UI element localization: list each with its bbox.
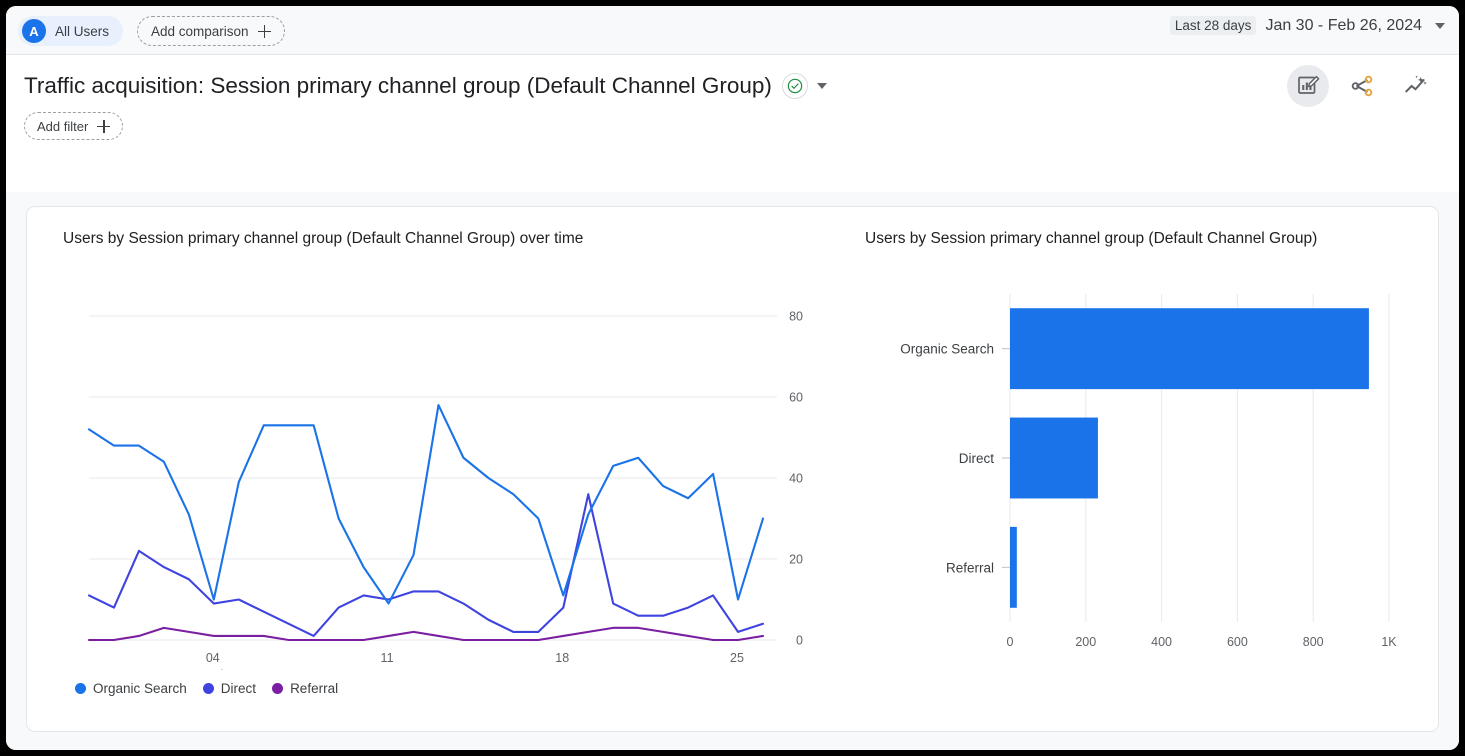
svg-text:11: 11 (381, 651, 394, 665)
add-comparison-button[interactable]: Add comparison (137, 16, 285, 46)
legend-label: Direct (221, 681, 256, 696)
line-chart[interactable]: 0 20 40 60 80 04 Feb 11 18 25 (63, 250, 823, 670)
plus-icon (97, 120, 110, 133)
bar (1010, 418, 1098, 499)
legend-color-dot (203, 683, 214, 694)
share-icon[interactable] (1341, 65, 1383, 107)
segment-avatar: A (22, 19, 46, 43)
svg-text:40: 40 (789, 472, 803, 486)
bar-chart-title: Users by Session primary channel group (… (865, 227, 1335, 250)
add-filter-label: Add filter (37, 119, 88, 134)
app-window: A All Users Add comparison Last 28 days … (6, 6, 1459, 750)
add-comparison-label: Add comparison (151, 24, 249, 39)
title-row: Traffic acquisition: Session primary cha… (24, 55, 1441, 111)
legend-label: Organic Search (93, 681, 187, 696)
bar-chart[interactable]: 0 200 400 600 800 1K Organic Search Direct Refer… (865, 250, 1410, 670)
svg-text:400: 400 (1151, 635, 1172, 649)
check-circle-icon[interactable] (782, 73, 808, 99)
bar-chart-block: Users by Session primary channel group (… (865, 227, 1410, 670)
segment-chip-all-users[interactable]: A All Users (18, 16, 123, 46)
charts-card: Users by Session primary channel group (… (26, 206, 1439, 732)
bar (1010, 308, 1369, 389)
svg-text:Feb: Feb (206, 668, 228, 670)
chevron-down-icon[interactable] (817, 83, 827, 89)
header-actions (1287, 65, 1437, 107)
report-body: Users by Session primary channel group (… (6, 192, 1459, 750)
svg-text:80: 80 (789, 310, 803, 324)
svg-text:1K: 1K (1381, 635, 1397, 649)
svg-text:20: 20 (789, 553, 803, 567)
legend-item-organic-search[interactable]: Organic Search (75, 681, 187, 696)
top-bar: A All Users Add comparison Last 28 days … (6, 6, 1459, 55)
plus-icon (258, 25, 271, 38)
svg-text:0: 0 (1007, 635, 1014, 649)
svg-text:60: 60 (789, 391, 803, 405)
svg-text:800: 800 (1303, 635, 1324, 649)
insights-icon[interactable] (1395, 65, 1437, 107)
svg-text:04: 04 (206, 651, 220, 665)
legend-item-referral[interactable]: Referral (272, 681, 338, 696)
svg-text:Organic Search: Organic Search (900, 342, 994, 357)
svg-text:Referral: Referral (946, 560, 994, 575)
svg-text:25: 25 (730, 651, 744, 665)
add-filter-button[interactable]: Add filter (24, 112, 123, 140)
date-preset-label: Last 28 days (1170, 16, 1257, 35)
svg-text:200: 200 (1075, 635, 1096, 649)
line-chart-block: Users by Session primary channel group (… (63, 227, 823, 670)
line-chart-title: Users by Session primary channel group (… (63, 227, 823, 250)
page-title: Traffic acquisition: Session primary cha… (24, 73, 772, 99)
svg-text:600: 600 (1227, 635, 1248, 649)
legend-label: Referral (290, 681, 338, 696)
legend-color-dot (75, 683, 86, 694)
chart-legend: Organic Search Direct Referral (75, 681, 338, 696)
header-section: Traffic acquisition: Session primary cha… (6, 55, 1459, 140)
chevron-down-icon (1435, 23, 1445, 29)
svg-text:Direct: Direct (959, 451, 995, 466)
date-range-picker[interactable]: Last 28 days Jan 30 - Feb 26, 2024 (1170, 16, 1445, 35)
segment-label: All Users (55, 24, 109, 39)
svg-text:18: 18 (555, 651, 569, 665)
bar (1010, 527, 1017, 608)
customize-report-icon[interactable] (1287, 65, 1329, 107)
legend-color-dot (272, 683, 283, 694)
legend-item-direct[interactable]: Direct (203, 681, 256, 696)
date-range-label: Jan 30 - Feb 26, 2024 (1265, 17, 1422, 35)
svg-text:0: 0 (796, 634, 803, 648)
